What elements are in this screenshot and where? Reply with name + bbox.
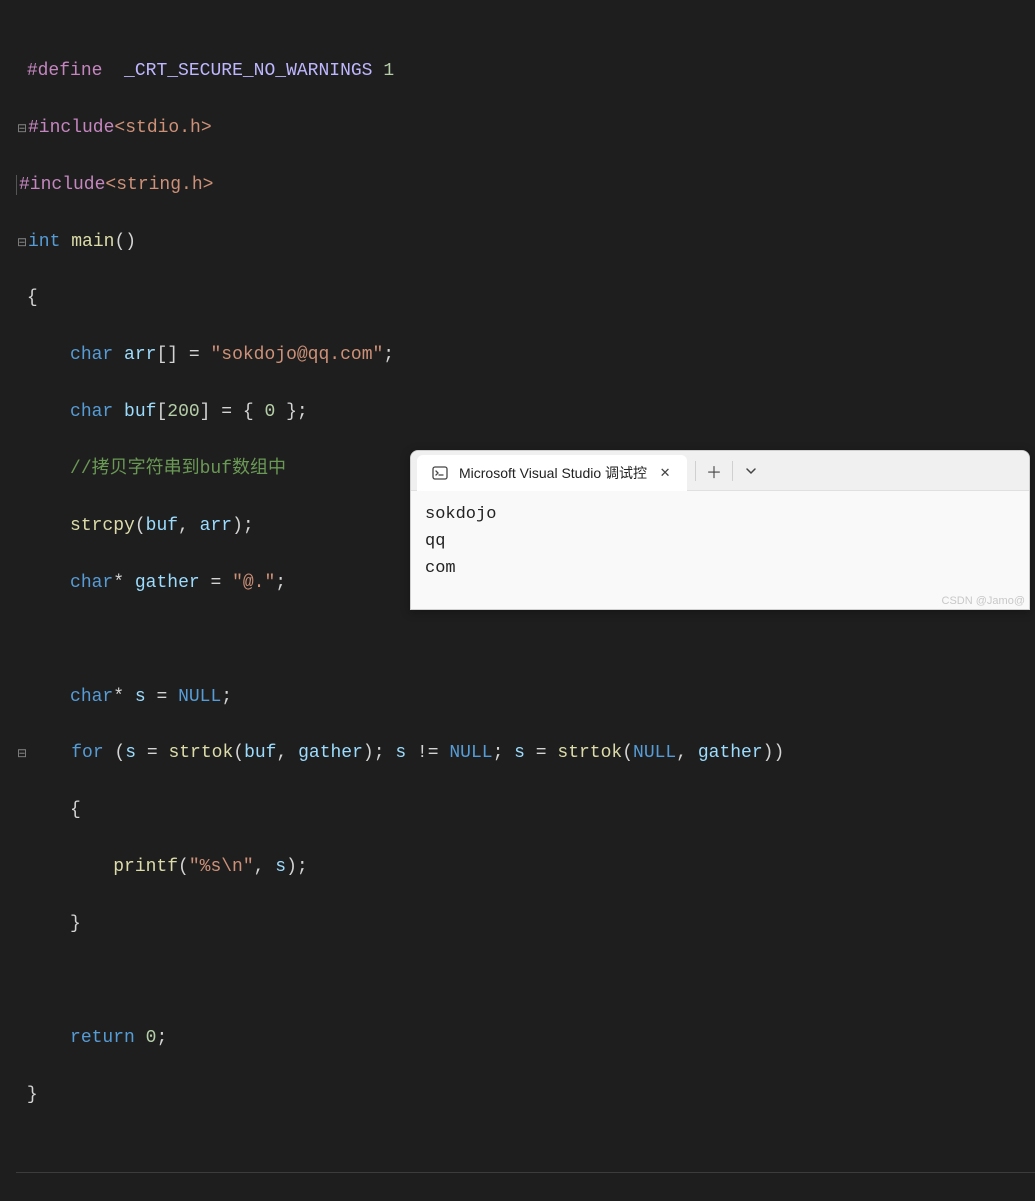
code-line: printf("%s\n", s);: [16, 853, 1035, 881]
code-line: }: [16, 1081, 1035, 1109]
terminal-tab-title: Microsoft Visual Studio 调试控: [459, 463, 647, 483]
output-line: sokdojo: [425, 501, 1015, 528]
code-line: ⊟ for (s = strtok(buf, gather); s != NUL…: [16, 739, 1035, 767]
terminal-output[interactable]: sokdojo qq com: [411, 491, 1029, 593]
code-line: return 0;: [16, 1024, 1035, 1052]
fold-icon[interactable]: ⊟: [16, 120, 28, 139]
fold-icon[interactable]: ⊟: [16, 234, 28, 253]
code-line: #define _CRT_SECURE_NO_WARNINGS 1: [16, 57, 1035, 85]
console-icon: [431, 464, 449, 482]
terminal-tab[interactable]: Microsoft Visual Studio 调试控 ✕: [417, 455, 687, 491]
code-line: {: [16, 796, 1035, 824]
close-icon[interactable]: ✕: [657, 465, 673, 481]
tab-dropdown-button[interactable]: [733, 455, 769, 487]
code-line: char buf[200] = { 0 };: [16, 398, 1035, 426]
fold-icon[interactable]: ⊟: [16, 745, 28, 764]
code-line: ⊟int main(): [16, 228, 1035, 256]
output-line: com: [425, 555, 1015, 582]
terminal-tab-bar: Microsoft Visual Studio 调试控 ✕ ＋: [411, 451, 1029, 491]
code-line: ⊟#include<stdio.h>: [16, 114, 1035, 142]
code-line: #include<string.h>: [16, 171, 1035, 199]
code-line: char arr[] = "sokdojo@qq.com";: [16, 341, 1035, 369]
new-tab-button[interactable]: ＋: [696, 455, 732, 487]
terminal-window: Microsoft Visual Studio 调试控 ✕ ＋ sokdojo …: [410, 450, 1030, 610]
code-line: }: [16, 910, 1035, 938]
divider: [16, 1172, 1035, 1173]
code-line: [16, 967, 1035, 995]
watermark: CSDN @Jamo@: [942, 595, 1025, 607]
code-line: char* s = NULL;: [16, 683, 1035, 711]
code-line: [16, 626, 1035, 654]
code-line: {: [16, 284, 1035, 312]
output-line: qq: [425, 528, 1015, 555]
